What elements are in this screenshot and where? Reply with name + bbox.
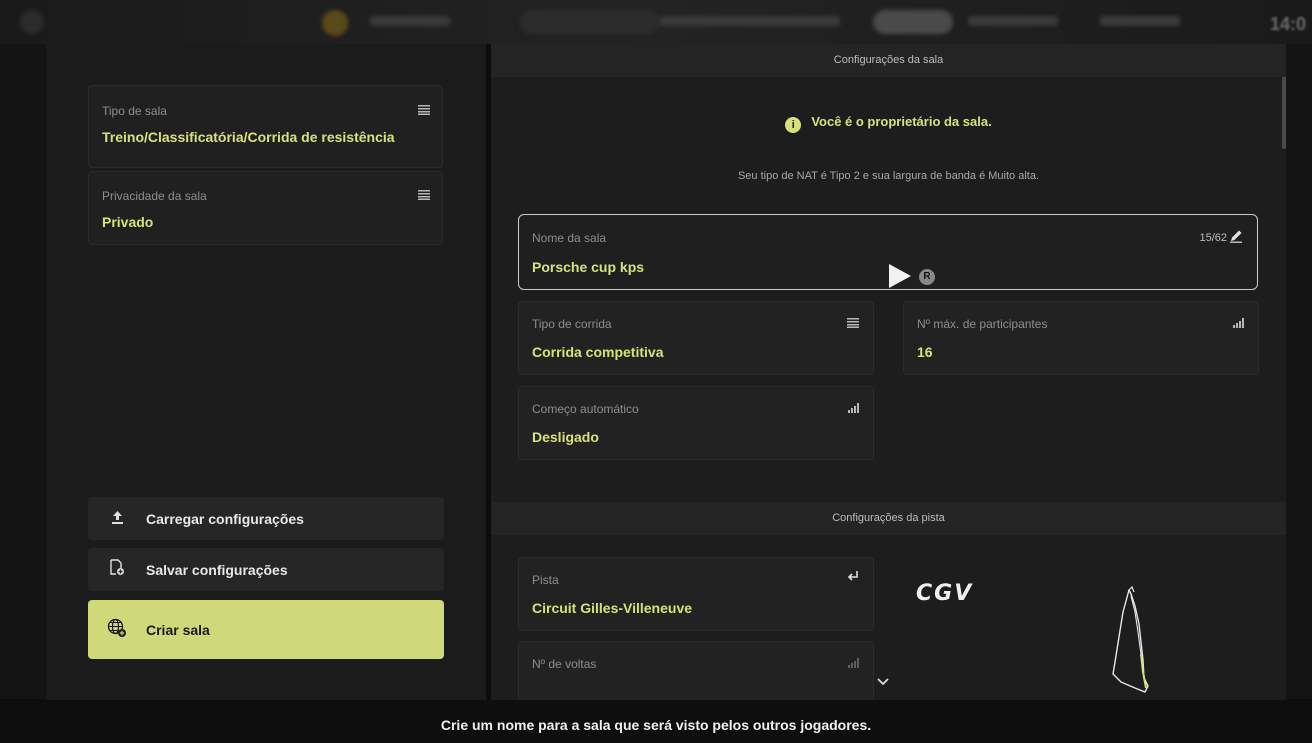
create-room-button[interactable]: Criar sala	[88, 600, 444, 659]
room-name-counter: 15/62	[1199, 232, 1227, 244]
room-privacy-value: Privado	[102, 214, 154, 230]
max-participants-label: Nº máx. de participantes	[917, 317, 1048, 331]
race-type-selector[interactable]: Tipo de corrida Corrida competitiva	[518, 301, 874, 375]
save-file-icon	[88, 559, 146, 580]
blurred-text	[968, 16, 1058, 26]
upload-icon	[88, 510, 146, 528]
globe-add-icon	[88, 618, 146, 642]
max-participants-value: 16	[917, 344, 933, 360]
owner-message-text: Você é o proprietário da sala.	[811, 114, 992, 129]
hint-text: Crie um nome para a sala que será visto …	[440, 717, 872, 733]
blurred-text	[1100, 16, 1180, 26]
mouse-cursor-icon	[887, 262, 915, 295]
left-panel: Tipo de sala Treino/Classificatória/Corr…	[46, 44, 486, 700]
room-name-label: Nome da sala	[532, 231, 607, 245]
cursor-badge: R	[919, 269, 935, 285]
right-panel: Configurações da sala i Você é o propriet…	[491, 44, 1286, 700]
list-icon	[418, 103, 430, 118]
max-participants-selector[interactable]: Nº máx. de participantes 16	[903, 301, 1259, 375]
chevron-down-icon[interactable]	[877, 674, 889, 689]
background-top-bar: 14:0	[0, 0, 1312, 44]
background-right-strip	[1286, 44, 1312, 699]
save-settings-button[interactable]: Salvar configurações	[88, 548, 444, 591]
auto-start-label: Começo automático	[532, 402, 639, 416]
race-type-label: Tipo de corrida	[532, 317, 612, 331]
blurred-logo	[20, 10, 44, 34]
room-type-label: Tipo de sala	[102, 104, 167, 118]
blurred-clock: 14:0	[1269, 14, 1306, 34]
track-map	[1112, 585, 1149, 693]
nat-message: Seu tipo de NAT é Tipo 2 e sua largura d…	[737, 170, 1040, 182]
blurred-car	[520, 10, 660, 34]
blurred-pill	[873, 10, 953, 34]
signal-icon	[848, 401, 859, 416]
room-type-value: Treino/Classificatória/Corrida de resist…	[102, 129, 395, 145]
room-settings-header: Configurações da sala	[491, 44, 1286, 77]
laps-selector[interactable]: Nº de voltas	[518, 641, 874, 700]
blurred-text	[660, 16, 840, 26]
track-logo: CGV	[916, 581, 974, 606]
room-privacy-selector[interactable]: Privacidade da sala Privado	[88, 171, 443, 245]
signal-icon	[1233, 316, 1244, 331]
background-left-strip	[0, 44, 46, 699]
blurred-badge	[322, 10, 348, 36]
room-type-selector[interactable]: Tipo de sala Treino/Classificatória/Corr…	[88, 85, 443, 168]
list-icon	[418, 188, 430, 203]
save-settings-label: Salvar configurações	[146, 561, 288, 578]
info-icon: i	[785, 117, 802, 133]
track-selector[interactable]: Pista Circuit Gilles-Villeneuve	[518, 557, 874, 631]
race-type-value: Corrida competitiva	[532, 344, 664, 360]
pencil-icon[interactable]	[1229, 229, 1243, 246]
track-value: Circuit Gilles-Villeneuve	[532, 600, 693, 616]
auto-start-selector[interactable]: Começo automático Desligado	[518, 386, 874, 460]
load-settings-button[interactable]: Carregar configurações	[88, 497, 444, 540]
list-icon	[847, 316, 859, 331]
create-room-label: Criar sala	[146, 621, 210, 638]
laps-label: Nº de voltas	[532, 657, 597, 671]
return-arrow-icon	[847, 570, 859, 585]
owner-message: i Você é o proprietário da sala.	[491, 114, 1286, 133]
track-settings-header: Configurações da pista	[491, 502, 1286, 535]
signal-icon	[848, 656, 859, 671]
room-name-value: Porsche cup kps	[532, 259, 645, 275]
room-privacy-label: Privacidade da sala	[102, 189, 207, 203]
track-label: Pista	[532, 573, 559, 587]
load-settings-label: Carregar configurações	[146, 510, 304, 527]
blurred-text	[370, 16, 450, 26]
auto-start-value: Desligado	[532, 429, 599, 445]
